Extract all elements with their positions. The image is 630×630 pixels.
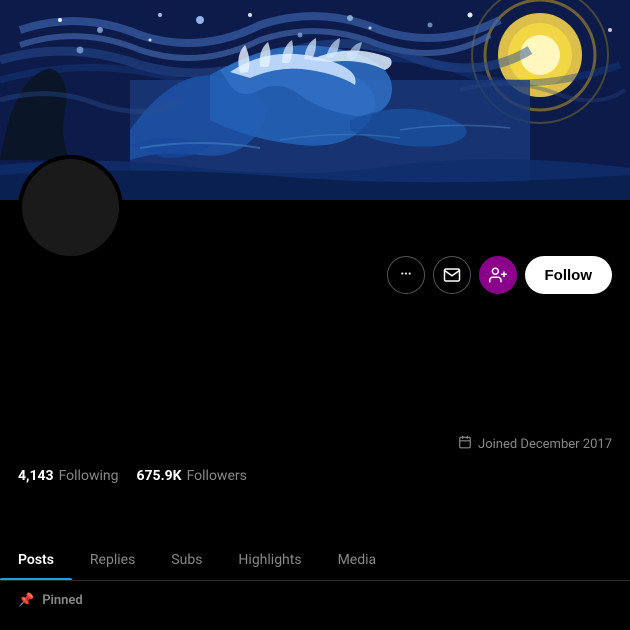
following-label: Following: [59, 468, 119, 484]
following-count: 4,143: [18, 468, 54, 484]
tab-media[interactable]: Media: [320, 540, 395, 580]
tab-posts[interactable]: Posts: [0, 540, 72, 580]
pinned-row: 📌 Pinned: [18, 593, 83, 608]
followers-label: Followers: [187, 468, 247, 484]
pinned-label: Pinned: [42, 593, 83, 608]
profile-page: ··· Follow Join: [0, 0, 630, 630]
message-icon: [443, 266, 461, 284]
follow-button[interactable]: Follow: [525, 256, 613, 294]
tab-highlights[interactable]: Highlights: [220, 540, 319, 580]
message-button[interactable]: [433, 256, 471, 294]
followers-count: 675.9K: [136, 468, 181, 484]
stats-row: 4,143 Following 675.9K Followers: [18, 468, 247, 484]
add-user-button[interactable]: [479, 256, 517, 294]
pin-icon: 📌: [18, 593, 34, 608]
followers-stat[interactable]: 675.9K Followers: [136, 468, 246, 484]
joined-text: Joined December 2017: [478, 437, 612, 452]
joined-info: Joined December 2017: [458, 435, 612, 453]
profile-tabs: Posts Replies Subs Highlights Media: [0, 540, 630, 581]
calendar-icon: [458, 435, 472, 453]
person-add-icon: [489, 266, 507, 284]
tab-subs[interactable]: Subs: [153, 540, 220, 580]
tab-replies[interactable]: Replies: [72, 540, 153, 580]
following-stat[interactable]: 4,143 Following: [18, 468, 118, 484]
more-options-button[interactable]: ···: [387, 256, 425, 294]
more-icon: ···: [400, 266, 411, 284]
avatar: [18, 155, 123, 260]
action-buttons-row: ··· Follow: [387, 256, 613, 294]
